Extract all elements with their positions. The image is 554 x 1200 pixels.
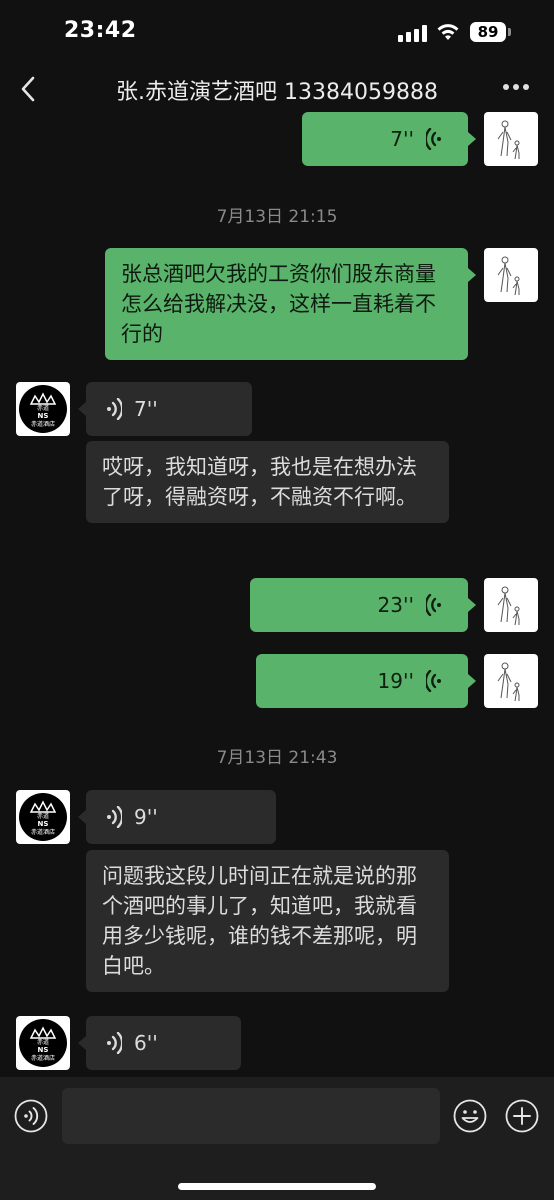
logo-text-2: NS bbox=[38, 412, 49, 420]
status-time: 23:42 bbox=[64, 18, 137, 43]
contact-avatar[interactable]: 赤道 NS 赤道酒店 bbox=[16, 382, 70, 436]
back-chevron-icon[interactable] bbox=[14, 74, 44, 104]
contact-avatar[interactable]: 赤道 NS 赤道酒店 bbox=[16, 790, 70, 844]
emoji-icon[interactable] bbox=[453, 1099, 487, 1133]
logo-text-2: NS bbox=[38, 820, 49, 828]
voice-wave-icon bbox=[107, 398, 122, 420]
bubble-tail bbox=[78, 810, 86, 824]
voice-duration: 19'' bbox=[377, 669, 414, 693]
my-avatar[interactable] bbox=[484, 248, 538, 302]
voice-duration: 7'' bbox=[390, 127, 414, 151]
contact-voice-message[interactable]: 6'' bbox=[86, 1016, 241, 1070]
my-voice-message[interactable]: 19'' bbox=[256, 654, 468, 708]
home-indicator bbox=[178, 1183, 376, 1190]
voice-duration: 6'' bbox=[134, 1031, 158, 1055]
chat-title: 张.赤道演艺酒吧 13384059888 bbox=[116, 80, 438, 105]
my-avatar[interactable] bbox=[484, 112, 538, 166]
wifi-icon bbox=[437, 24, 459, 40]
logo-text-3: 赤道酒店 bbox=[31, 828, 55, 836]
bar-logo-icon: 赤道 NS 赤道酒店 bbox=[19, 385, 67, 433]
avatar-sketch-icon bbox=[497, 256, 520, 296]
logo-text-1: 赤道 bbox=[37, 404, 49, 412]
logo-text-1: 赤道 bbox=[37, 812, 49, 820]
bubble-tail bbox=[78, 402, 86, 416]
logo-text-1: 赤道 bbox=[37, 1038, 49, 1046]
avatar-sketch-icon bbox=[497, 120, 520, 160]
add-plus-icon[interactable] bbox=[505, 1099, 539, 1133]
contact-text-message[interactable]: 问题我这段儿时间正在就是说的那个酒吧的事儿了，知道吧，我就看用多少钱呢，谁的钱不… bbox=[86, 850, 449, 992]
bubble-tail bbox=[78, 1036, 86, 1050]
message-input[interactable] bbox=[62, 1088, 440, 1144]
logo-text-3: 赤道酒店 bbox=[31, 1054, 55, 1062]
my-avatar[interactable] bbox=[484, 654, 538, 708]
voice-duration: 9'' bbox=[134, 805, 158, 829]
battery-cap bbox=[508, 28, 511, 36]
bubble-tail bbox=[468, 132, 476, 146]
contact-voice-message[interactable]: 9'' bbox=[86, 790, 276, 844]
my-avatar[interactable] bbox=[484, 578, 538, 632]
avatar-sketch-icon bbox=[497, 662, 520, 702]
logo-text-3: 赤道酒店 bbox=[31, 420, 55, 428]
voice-wave-icon bbox=[426, 594, 441, 616]
contact-text-message[interactable]: 哎呀，我知道呀，我也是在想办法了呀，得融资呀，不融资不行啊。 bbox=[86, 441, 449, 523]
bar-logo-icon: 赤道 NS 赤道酒店 bbox=[19, 793, 67, 841]
my-voice-message[interactable]: 23'' bbox=[250, 578, 468, 632]
more-options-icon[interactable] bbox=[500, 84, 532, 94]
voice-wave-icon bbox=[426, 128, 441, 150]
my-voice-message[interactable]: 7'' bbox=[302, 112, 468, 166]
voice-duration: 23'' bbox=[377, 593, 414, 617]
voice-input-icon[interactable] bbox=[14, 1099, 48, 1133]
avatar-sketch-icon bbox=[497, 586, 520, 626]
bubble-tail bbox=[468, 674, 476, 688]
voice-wave-icon bbox=[107, 806, 122, 828]
voice-wave-icon bbox=[426, 670, 441, 692]
bar-logo-icon: 赤道 NS 赤道酒店 bbox=[19, 1019, 67, 1067]
my-text-message[interactable]: 张总酒吧欠我的工资你们股东商量怎么给我解决没，这样一直耗着不行的 bbox=[105, 248, 468, 360]
voice-duration: 7'' bbox=[134, 397, 158, 421]
bubble-tail bbox=[468, 268, 476, 282]
cellular-signal-icon bbox=[398, 25, 428, 42]
bubble-tail bbox=[468, 598, 476, 612]
battery-level: 89 bbox=[470, 22, 506, 42]
contact-voice-message[interactable]: 7'' bbox=[86, 382, 252, 436]
timestamp: 7月13日 21:43 bbox=[216, 748, 338, 768]
logo-text-2: NS bbox=[38, 1046, 49, 1054]
timestamp: 7月13日 21:15 bbox=[216, 207, 338, 227]
voice-wave-icon bbox=[107, 1032, 122, 1054]
contact-avatar[interactable]: 赤道 NS 赤道酒店 bbox=[16, 1016, 70, 1070]
